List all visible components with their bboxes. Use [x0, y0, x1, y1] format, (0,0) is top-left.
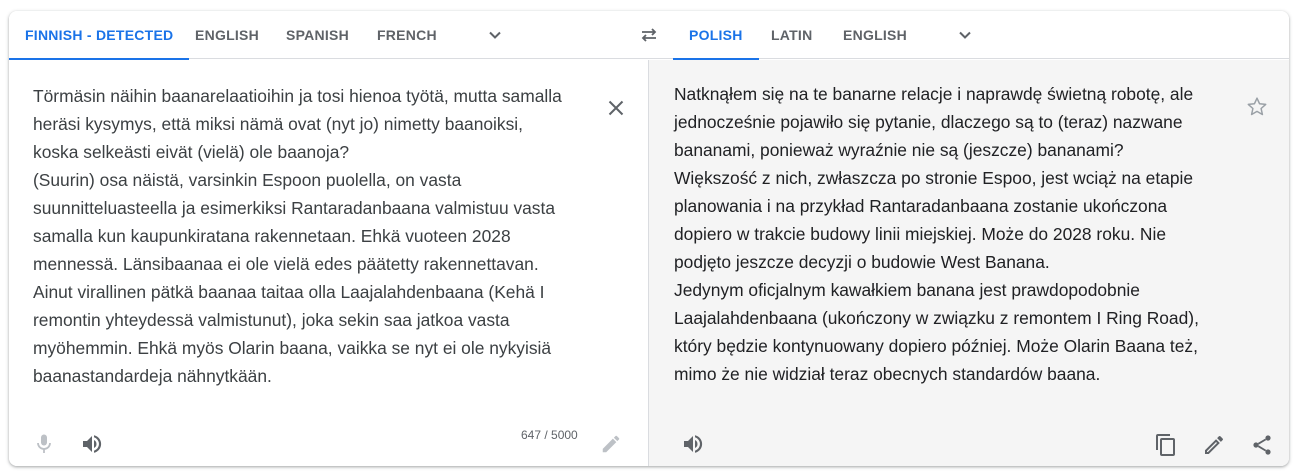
swap-languages-icon[interactable] [637, 23, 661, 47]
language-tab-bar: FINNISH - DETECTED ENGLISH SPANISH FRENC… [9, 11, 1289, 60]
translation-text: Natknąłem się na te banarne relacje i na… [674, 84, 1199, 384]
chevron-down-icon[interactable] [953, 23, 977, 47]
microphone-icon[interactable] [32, 432, 56, 456]
target-tab-polish[interactable]: POLISH [673, 11, 759, 60]
pencil-icon[interactable] [600, 433, 624, 457]
close-icon[interactable] [604, 96, 628, 120]
share-icon[interactable] [1250, 433, 1274, 457]
translate-card: FINNISH - DETECTED ENGLISH SPANISH FRENC… [9, 11, 1289, 466]
source-text-input[interactable]: Törmäsin näihin baanarelaatioihin ja tos… [33, 82, 593, 390]
star-outline-icon[interactable] [1245, 95, 1269, 119]
source-tab-spanish[interactable]: SPANISH [270, 11, 365, 59]
source-tab-french[interactable]: FRENCH [361, 11, 453, 59]
copy-icon[interactable] [1154, 433, 1178, 457]
source-tab-finnish-detected[interactable]: FINNISH - DETECTED [9, 11, 190, 60]
source-tab-english[interactable]: ENGLISH [179, 11, 275, 59]
chevron-down-icon[interactable] [483, 23, 507, 47]
translation-pane: Natknąłem się na te banarne relacje i na… [648, 60, 1289, 466]
speaker-icon[interactable] [681, 432, 705, 456]
pencil-icon[interactable] [1202, 433, 1226, 457]
target-tab-latin[interactable]: LATIN [755, 11, 828, 59]
speaker-icon[interactable] [80, 432, 104, 456]
character-counter: 647 / 5000 [521, 428, 578, 442]
source-pane: Törmäsin näihin baanarelaatioihin ja tos… [9, 60, 648, 466]
target-tab-english[interactable]: ENGLISH [827, 11, 923, 59]
